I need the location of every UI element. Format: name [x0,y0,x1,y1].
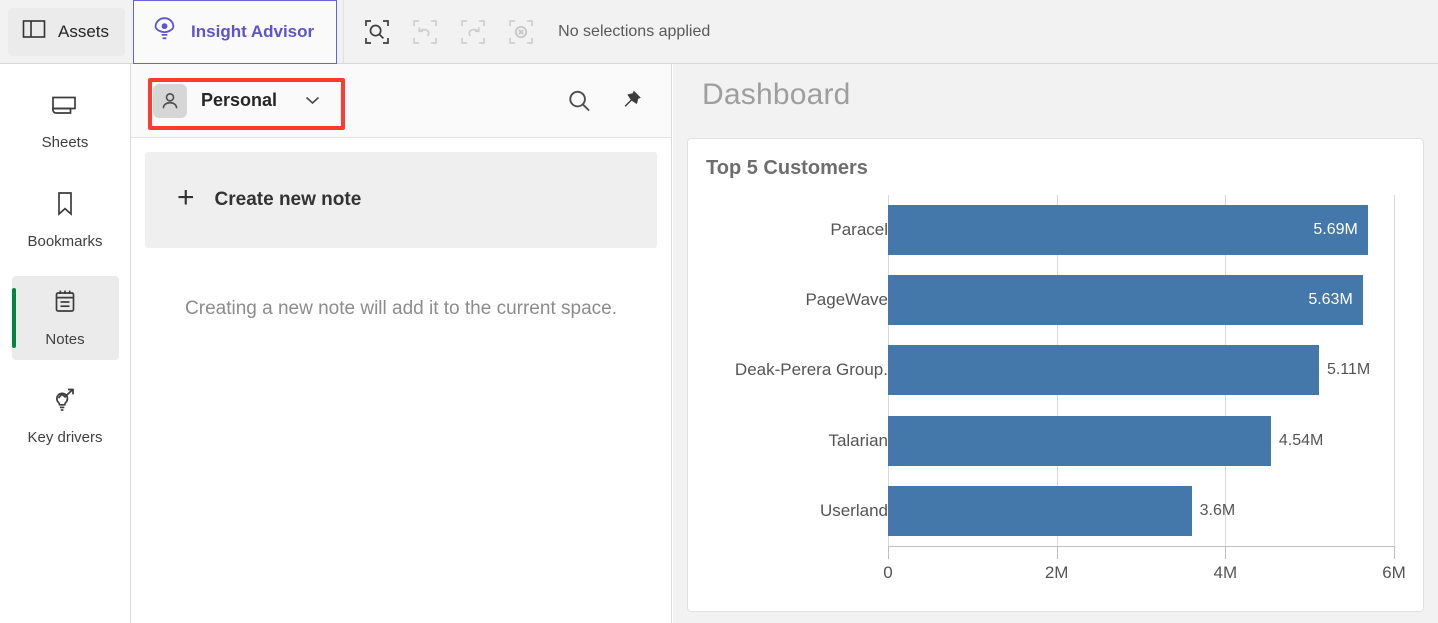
clear-selections-icon [508,19,534,45]
chart-bar[interactable] [888,416,1271,466]
lightbulb-eye-icon [152,16,177,47]
space-selector-dropdown[interactable]: Personal [153,78,328,124]
chart-axis-ticks [888,546,1394,562]
sidebar-item-bookmarks[interactable]: Bookmarks [12,178,119,262]
chart-title: Top 5 Customers [688,139,1423,180]
chart-bar-value: 3.6M [1200,502,1236,520]
notes-icon [52,288,78,321]
sidebar-item-notes-label: Notes [45,331,84,348]
axis-tick-label: 0 [883,563,892,583]
notes-empty-hint: Creating a new note will add it to the c… [145,298,657,320]
left-navigation-rail: Sheets Bookmarks [0,64,131,623]
chevron-down-icon [305,92,320,110]
chart-bar-row[interactable]: Talarian4.54M [688,406,1425,476]
sidebar-item-notes[interactable]: Notes [12,276,119,360]
sidebar-item-key-drivers-label: Key drivers [27,429,102,446]
sidebar-item-sheets[interactable]: Sheets [12,80,119,164]
chart-bar-row[interactable]: Deak-Perera Group.5.11M [688,335,1425,405]
toolbar-divider [343,0,344,64]
chart-category-label: PageWave [678,290,888,310]
plus-icon: + [177,183,195,213]
chart-bar-row[interactable]: Paracel5.69M [688,195,1425,265]
chart-bar-wrapper: 3.6M [888,476,1394,546]
chart-bars: Paracel5.69MPageWave5.63MDeak-Perera Gro… [688,195,1425,546]
chart-category-label: Userland [678,501,888,521]
bookmark-icon [52,190,78,223]
chart-bar-value: 5.63M [1308,291,1352,309]
chart-axis-tick-labels: 02M4M6M [888,563,1394,589]
sheets-icon [50,93,80,124]
undo-icon [412,19,438,45]
axis-tick [1057,546,1058,559]
space-selector-label: Personal [201,90,277,111]
chart-bar-wrapper: 4.54M [888,406,1394,476]
notes-panel-header: Personal [131,64,671,138]
chart-bar-value: 4.54M [1279,432,1323,450]
axis-tick [1225,546,1226,559]
chart-category-label: Talarian [678,431,888,451]
bar-chart-plot: Paracel5.69MPageWave5.63MDeak-Perera Gro… [688,195,1425,613]
panel-layout-icon [22,18,46,45]
chart-bar-wrapper: 5.11M [888,335,1394,405]
axis-tick-label: 6M [1382,563,1406,583]
assets-button-label: Assets [58,22,109,42]
selection-status-label: No selections applied [558,23,710,41]
notes-panel: Personal [131,64,672,623]
axis-tick [888,546,889,559]
chart-bar-wrapper: 5.63M [888,265,1394,335]
chart-bar-wrapper: 5.69M [888,195,1394,265]
redo-icon [460,19,486,45]
sidebar-item-bookmarks-label: Bookmarks [27,233,102,250]
chart-bar-value: 5.69M [1313,221,1357,239]
chart-bar[interactable] [888,345,1319,395]
chart-bar-value: 5.11M [1327,361,1370,379]
top-toolbar: Assets Insight Advisor [0,0,1438,64]
tab-insight-advisor-label: Insight Advisor [191,22,314,42]
chart-category-label: Deak-Perera Group. [678,360,888,380]
chart-bar-row[interactable]: PageWave5.63M [688,265,1425,335]
sidebar-item-sheets-label: Sheets [42,134,89,151]
notes-panel-body: + Create new note Creating a new note wi… [131,138,671,320]
notes-header-actions [566,87,643,114]
create-new-note-label: Create new note [215,189,362,211]
chart-bar[interactable]: 5.63M [888,275,1363,325]
key-drivers-icon [50,386,80,419]
chart-bar[interactable] [888,486,1192,536]
axis-tick [1394,546,1395,559]
application-window: Assets Insight Advisor [0,0,1438,623]
sidebar-item-key-drivers[interactable]: Key drivers [12,374,119,458]
search-icon[interactable] [566,87,593,114]
create-new-note-button[interactable]: + Create new note [145,152,657,248]
page-title: Dashboard [673,64,1438,112]
selection-search-icon[interactable] [364,19,390,45]
selection-toolbar [364,19,534,45]
person-icon [153,84,187,118]
pin-icon[interactable] [619,89,643,113]
chart-category-label: Paracel [678,220,888,240]
assets-button[interactable]: Assets [8,8,125,56]
tab-insight-advisor[interactable]: Insight Advisor [133,0,337,64]
axis-tick-label: 2M [1045,563,1069,583]
dashboard-area: Dashboard Top 5 Customers Paracel5.69MPa… [673,64,1438,623]
chart-bar[interactable]: 5.69M [888,205,1368,255]
chart-card[interactable]: Top 5 Customers Paracel5.69MPageWave5.63… [687,138,1424,612]
chart-bar-row[interactable]: Userland3.6M [688,476,1425,546]
axis-tick-label: 4M [1214,563,1238,583]
